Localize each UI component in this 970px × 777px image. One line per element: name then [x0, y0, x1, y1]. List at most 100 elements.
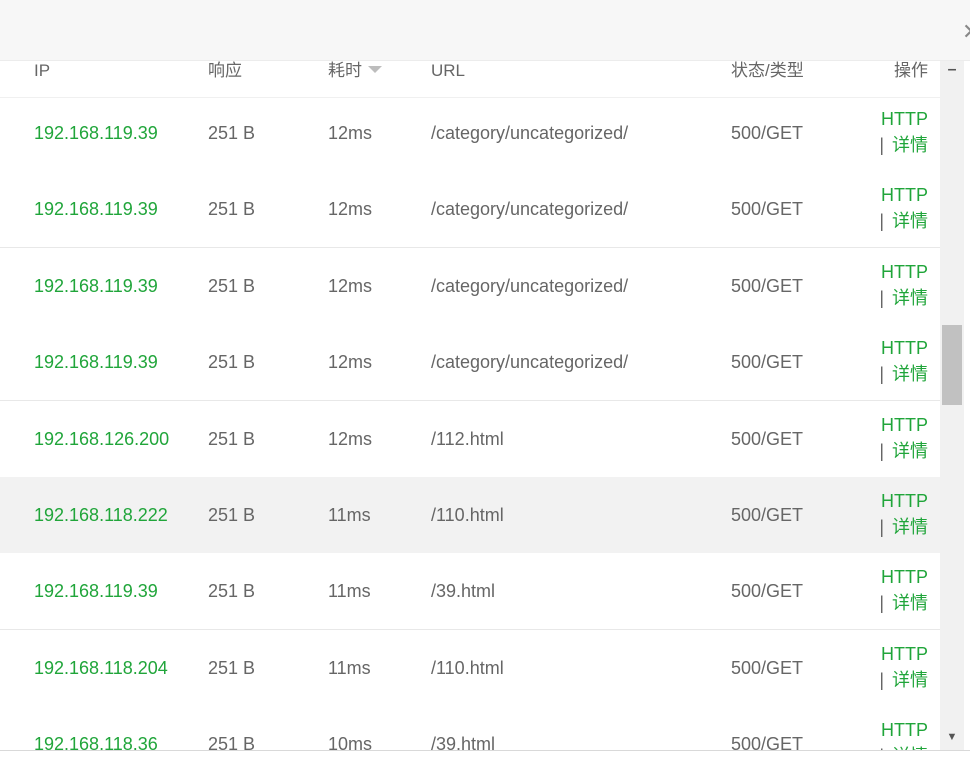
cell-status: 500/GET: [731, 734, 804, 750]
cell-ip: 192.168.119.39: [34, 199, 158, 220]
table-row: 192.168.118.222 251 B 11ms/110.html 500/GET…: [0, 477, 940, 554]
cell-actions: HTTP | 详情: [879, 630, 928, 706]
http-link[interactable]: HTTP: [881, 338, 928, 358]
cell-ip: 192.168.118.36: [34, 734, 158, 750]
close-icon[interactable]: ✕: [962, 18, 970, 46]
http-link[interactable]: HTTP: [881, 185, 928, 205]
action-separator: |: [879, 440, 884, 461]
action-separator: |: [879, 364, 884, 385]
cell-status: 500/GET: [731, 505, 804, 525]
cell-ip: 192.168.119.39: [34, 581, 158, 602]
cell-status: 500/GET: [731, 657, 804, 678]
cell-time: 12ms: [328, 275, 373, 296]
http-link[interactable]: HTTP: [881, 109, 928, 129]
cell-url: /category/uncategorized/: [431, 352, 629, 373]
http-link[interactable]: HTTP: [881, 720, 928, 740]
cell-status: 500/GET: [731, 581, 804, 602]
column-header-response: 响应: [208, 61, 242, 80]
table-row: 192.168.119.39 251 B 12ms/category/uncateg…: [0, 171, 940, 249]
http-link[interactable]: HTTP: [881, 415, 928, 435]
cell-time: 10ms: [328, 734, 373, 750]
details-link[interactable]: 详情: [892, 364, 928, 384]
cell-response: 251 B: [208, 657, 256, 678]
action-separator: |: [879, 211, 884, 232]
table-row: 192.168.119.39 251 B 12ms/category/uncateg…: [0, 247, 940, 325]
cell-response: 251 B: [208, 581, 256, 602]
cell-response: 251 B: [208, 352, 256, 373]
cell-response: 251 B: [208, 734, 256, 750]
cell-url: /112.html: [431, 428, 504, 449]
cell-url: /category/uncategorized/: [431, 199, 629, 220]
scroll-up-icon[interactable]: ▁: [940, 61, 964, 75]
details-link[interactable]: 详情: [892, 441, 928, 461]
column-header-actions: 操作: [894, 61, 928, 80]
bottom-divider: [0, 750, 970, 751]
table-row: 192.168.118.204 251 B 11ms/110.html 500/GET…: [0, 629, 940, 707]
cell-status: 500/GET: [731, 428, 804, 449]
cell-response: 251 B: [208, 428, 256, 449]
cell-actions: HTTP | 详情: [879, 401, 928, 477]
cell-ip: 192.168.119.39: [34, 352, 158, 373]
cell-time: 11ms: [328, 505, 371, 525]
vertical-scrollbar[interactable]: ▁ ▼: [940, 61, 964, 750]
cell-actions: HTTP | 详情: [879, 324, 928, 400]
cell-actions: HTTP | 详情: [879, 171, 928, 247]
cell-actions: HTTP | 详情: [879, 248, 928, 324]
cell-url: /39.html: [431, 581, 496, 602]
action-separator: |: [879, 287, 884, 308]
http-link[interactable]: HTTP: [881, 644, 928, 664]
http-link[interactable]: HTTP: [881, 567, 928, 587]
http-link[interactable]: HTTP: [881, 491, 928, 511]
dialog-header: ✕: [0, 0, 970, 61]
cell-response: 251 B: [208, 275, 256, 296]
cell-time: 12ms: [328, 352, 373, 373]
details-link[interactable]: 详情: [892, 288, 928, 308]
cell-status: 500/GET: [731, 275, 804, 296]
cell-actions: HTTP | 详情: [879, 477, 928, 553]
cell-time: 11ms: [328, 657, 371, 678]
cell-time: 12ms: [328, 428, 373, 449]
column-header-ip: IP: [34, 61, 51, 80]
cell-url: /110.html: [431, 505, 504, 525]
cell-url: /110.html: [431, 657, 504, 678]
cell-actions: HTTP|详情: [879, 706, 928, 750]
action-separator: |: [879, 669, 884, 690]
log-table: IP 响应 耗时 URL 状态/类型 操作 192.168.119.39 251 …: [0, 61, 940, 750]
table-header: IP 响应 耗时 URL 状态/类型 操作: [0, 61, 940, 98]
cell-status: 500/GET: [731, 123, 804, 143]
cell-response: 251 B: [208, 505, 256, 525]
cell-actions: HTTP | 详情: [879, 553, 928, 629]
details-link[interactable]: 详情: [892, 670, 928, 690]
scroll-down-icon[interactable]: ▼: [940, 730, 964, 744]
cell-response: 251 B: [208, 123, 256, 143]
cell-time: 12ms: [328, 199, 373, 220]
column-header-time[interactable]: 耗时: [328, 61, 382, 97]
cell-ip: 192.168.118.222: [34, 505, 168, 525]
details-link[interactable]: 详情: [892, 211, 928, 231]
table-row: 192.168.119.39 251 B 12ms/category/uncateg…: [0, 324, 940, 402]
cell-time: 11ms: [328, 581, 371, 602]
scrollbar-thumb[interactable]: [942, 325, 962, 405]
cell-url: /category/uncategorized/: [431, 275, 629, 296]
details-link[interactable]: 详情: [892, 517, 928, 537]
cell-url: /39.html: [431, 734, 496, 750]
cell-response: 251 B: [208, 199, 256, 220]
action-separator: |: [879, 593, 884, 614]
details-link[interactable]: 详情: [892, 135, 928, 155]
column-header-time-label[interactable]: 耗时: [328, 61, 362, 80]
column-header-status: 状态/类型: [731, 61, 804, 80]
cell-ip: 192.168.118.204: [34, 657, 168, 678]
sort-caret-down-icon[interactable]: [368, 66, 382, 73]
cell-url: /category/uncategorized/: [431, 123, 629, 143]
table-row: 192.168.118.36 251 B 10ms/39.html 500/GET HT…: [0, 706, 940, 750]
table-row: 192.168.119.39 251 B 11ms/39.html 500/GET HT…: [0, 553, 940, 631]
details-link[interactable]: 详情: [892, 593, 928, 613]
cell-time: 12ms: [328, 123, 373, 143]
table-row: 192.168.126.200 251 B 12ms/112.html 500/GET…: [0, 400, 940, 478]
cell-status: 500/GET: [731, 199, 804, 220]
action-separator: |: [879, 517, 884, 537]
http-link[interactable]: HTTP: [881, 262, 928, 282]
cell-ip: 192.168.126.200: [34, 428, 170, 449]
cell-ip: 192.168.119.39: [34, 275, 158, 296]
cell-status: 500/GET: [731, 352, 804, 373]
